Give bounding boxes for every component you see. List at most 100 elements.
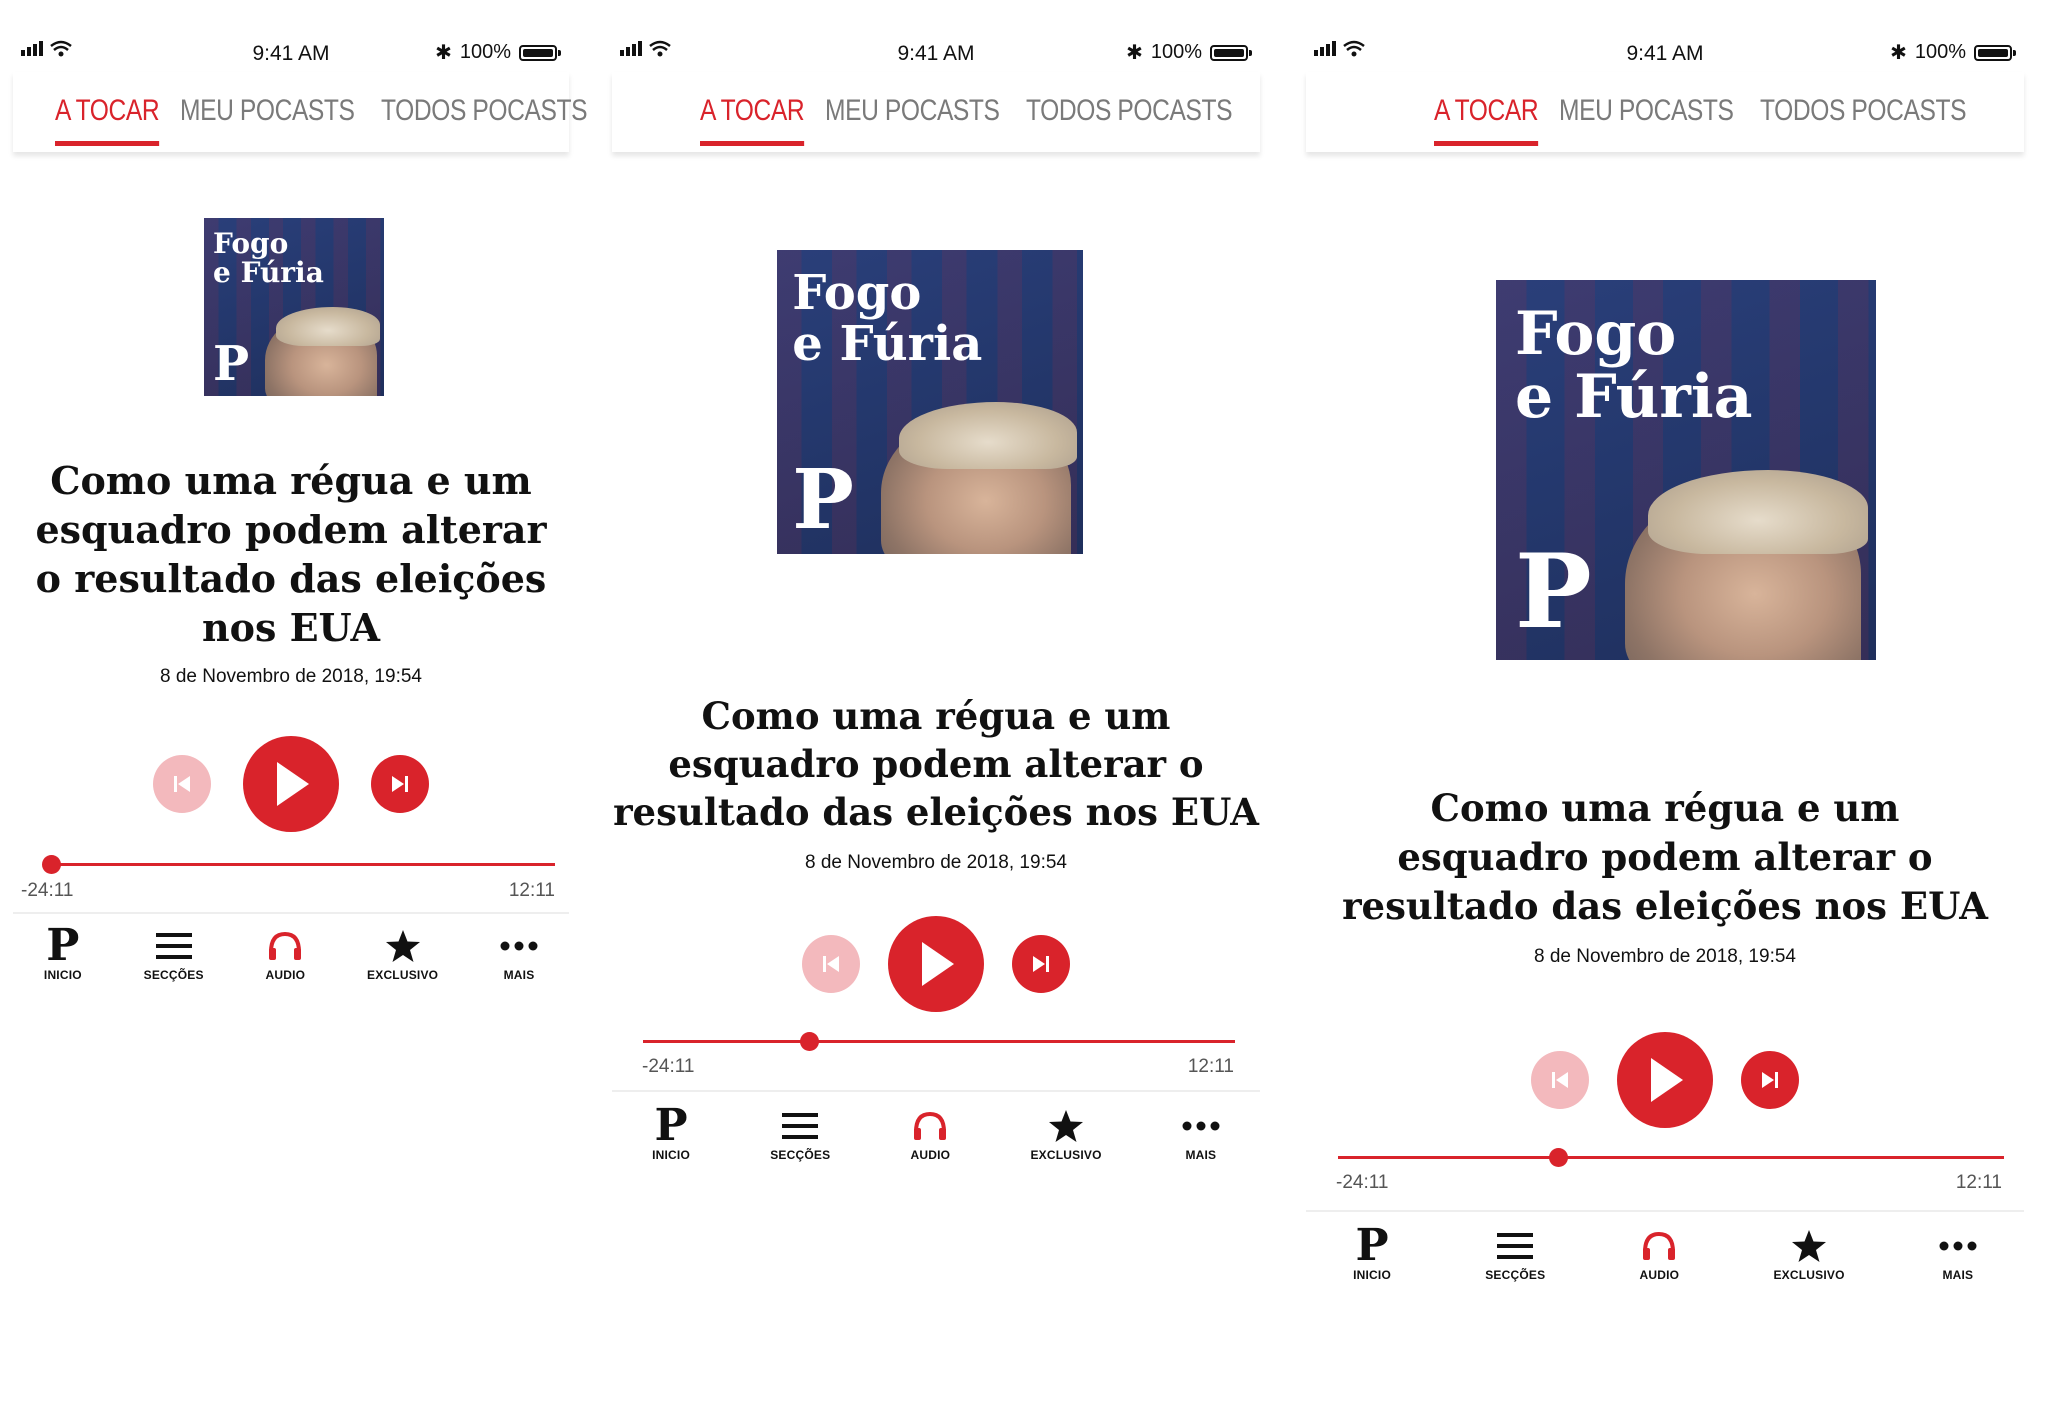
nav-exclusivo[interactable]: EXCLUSIVO <box>1030 1104 1101 1162</box>
progress-knob[interactable] <box>1548 1148 1568 1167</box>
publico-logo: P <box>46 920 80 971</box>
headphones-icon <box>269 931 302 960</box>
next-button[interactable] <box>1012 935 1070 993</box>
phone-screen-3: 9:41 AM ✱ 100% A TOCAR MEU POCASTS TODOS… <box>1306 28 2024 1328</box>
nav-inicio[interactable]: P INICIO <box>652 1100 690 1163</box>
nav-label: EXCLUSIVO <box>1030 1148 1102 1162</box>
previous-icon <box>1552 1072 1568 1088</box>
nav-label: SECÇÕES <box>1485 1268 1546 1282</box>
next-button[interactable] <box>371 755 429 813</box>
bluetooth-icon: ✱ <box>1890 42 1907 64</box>
tab-meu-podcasts[interactable]: MEU POCASTS <box>1559 72 1734 128</box>
progress-knob[interactable] <box>42 855 61 874</box>
nav-label: AUDIO <box>1639 1268 1680 1282</box>
tab-todos-podcasts[interactable]: TODOS POCASTS <box>1026 72 1232 128</box>
nav-label: MAIS <box>1185 1148 1217 1162</box>
title-line: Como uma régua e um <box>701 694 1171 738</box>
tab-bar: A TOCAR MEU POCASTS TODOS POCASTS <box>13 72 587 152</box>
battery-icon <box>1974 44 2016 61</box>
status-right: ✱ 100% <box>435 40 561 65</box>
title-line: o resultado das eleições <box>35 556 547 601</box>
nav-mais[interactable]: MAIS <box>500 924 538 982</box>
play-icon <box>922 942 954 986</box>
tab-a-tocar[interactable]: A TOCAR <box>1434 72 1539 146</box>
status-bar: 9:41 AM ✱ 100% <box>13 28 569 72</box>
previous-button[interactable] <box>153 755 211 813</box>
previous-icon <box>174 776 190 792</box>
nav-mais[interactable]: MAIS <box>1182 1104 1220 1162</box>
nav-label: AUDIO <box>265 968 306 982</box>
title-line: Como uma régua e um <box>50 458 532 503</box>
nav-label: EXCLUSIVO <box>1773 1268 1845 1282</box>
nav-exclusivo[interactable]: EXCLUSIVO <box>367 924 438 982</box>
tab-a-tocar[interactable]: A TOCAR <box>55 72 160 146</box>
publico-logo: P <box>1515 532 1592 653</box>
podcast-cover: Fogo e Fúria P <box>1496 280 1876 660</box>
cover-title-line2: e Fúria <box>1515 361 1753 432</box>
play-button[interactable] <box>243 736 339 832</box>
cover-title-line2: e Fúria <box>213 256 324 290</box>
more-icon <box>1182 1121 1220 1131</box>
episode-date: 8 de Novembro de 2018, 19:54 <box>1534 946 1796 967</box>
nav-label: INICIO <box>43 968 82 982</box>
tab-meu-podcasts[interactable]: MEU POCASTS <box>825 72 1000 128</box>
nav-audio[interactable]: AUDIO <box>266 924 306 982</box>
total-time: 12:11 <box>508 880 555 901</box>
status-bar: 9:41 AM ✱ 100% <box>1306 28 2024 72</box>
more-icon <box>500 941 538 951</box>
nav-seccoes[interactable]: SECÇÕES <box>144 924 204 982</box>
publico-logo: P <box>1355 1220 1389 1271</box>
podcast-cover: Fogo e Fúria P <box>204 218 384 396</box>
previous-button[interactable] <box>1531 1051 1589 1109</box>
nav-label: MAIS <box>503 968 535 982</box>
nav-seccoes[interactable]: SECÇÕES <box>1485 1224 1545 1282</box>
nav-exclusivo[interactable]: EXCLUSIVO <box>1773 1224 1844 1282</box>
tab-a-tocar[interactable]: A TOCAR <box>700 72 805 146</box>
publico-logo: P <box>654 1100 688 1151</box>
title-line: esquadro podem alterar o <box>668 742 1204 786</box>
play-icon <box>1651 1058 1683 1102</box>
battery-percent: 100% <box>1150 41 1202 63</box>
status-right: ✱ 100% <box>1126 40 1252 65</box>
play-icon <box>277 762 309 806</box>
player-controls <box>13 736 569 832</box>
star-icon <box>1049 1110 1084 1142</box>
nav-inicio[interactable]: P INICIO <box>43 920 82 983</box>
episode-title: Como uma régua e um esquadro podem alter… <box>1306 784 2024 931</box>
play-button[interactable] <box>1617 1032 1713 1128</box>
nav-label: INICIO <box>1353 1268 1391 1282</box>
player-controls <box>612 916 1260 1012</box>
nav-inicio[interactable]: P INICIO <box>1353 1220 1391 1283</box>
bottom-nav: P INICIO SECÇÕES AUDIO EXCLUSIVO MAIS <box>1306 1210 2024 1282</box>
nav-seccoes[interactable]: SECÇÕES <box>770 1104 830 1162</box>
headphones-icon <box>914 1111 947 1140</box>
phone-screen-1: 9:41 AM ✱ 100% A TOCAR MEU POCASTS TODOS… <box>13 28 587 988</box>
tab-todos-podcasts[interactable]: TODOS POCASTS <box>381 72 587 128</box>
nav-audio[interactable]: AUDIO <box>911 1104 951 1162</box>
episode-title: Como uma régua e um esquadro podem alter… <box>612 692 1260 836</box>
cover-title-line2: e Fúria <box>792 315 983 372</box>
headphones-icon <box>1643 1231 1676 1260</box>
tab-todos-podcasts[interactable]: TODOS POCASTS <box>1760 72 1966 128</box>
play-button[interactable] <box>888 916 984 1012</box>
menu-icon <box>782 1113 819 1139</box>
next-icon <box>1762 1072 1778 1088</box>
previous-button[interactable] <box>802 935 860 993</box>
next-icon <box>392 776 408 792</box>
title-line: esquadro podem alterar <box>35 507 547 552</box>
status-right: ✱ 100% <box>1890 40 2016 65</box>
elapsed-time: -24:11 <box>21 880 74 901</box>
elapsed-time: -24:11 <box>642 1056 695 1077</box>
tab-meu-podcasts[interactable]: MEU POCASTS <box>180 72 355 128</box>
progress-knob[interactable] <box>799 1032 819 1051</box>
title-line: esquadro podem alterar o <box>1397 835 1933 879</box>
star-icon <box>385 930 420 962</box>
nav-mais[interactable]: MAIS <box>1939 1224 1977 1282</box>
next-button[interactable] <box>1741 1051 1799 1109</box>
episode-date: 8 de Novembro de 2018, 19:54 <box>160 666 422 687</box>
nav-audio[interactable]: AUDIO <box>1640 1224 1680 1282</box>
title-line: nos EUA <box>201 605 380 650</box>
bottom-nav: P INICIO SECÇÕES AUDIO EXCLUSIVO MAIS <box>13 912 569 982</box>
cover-title-line1: Fogo <box>213 226 289 260</box>
nav-label: MAIS <box>1942 1268 1974 1282</box>
